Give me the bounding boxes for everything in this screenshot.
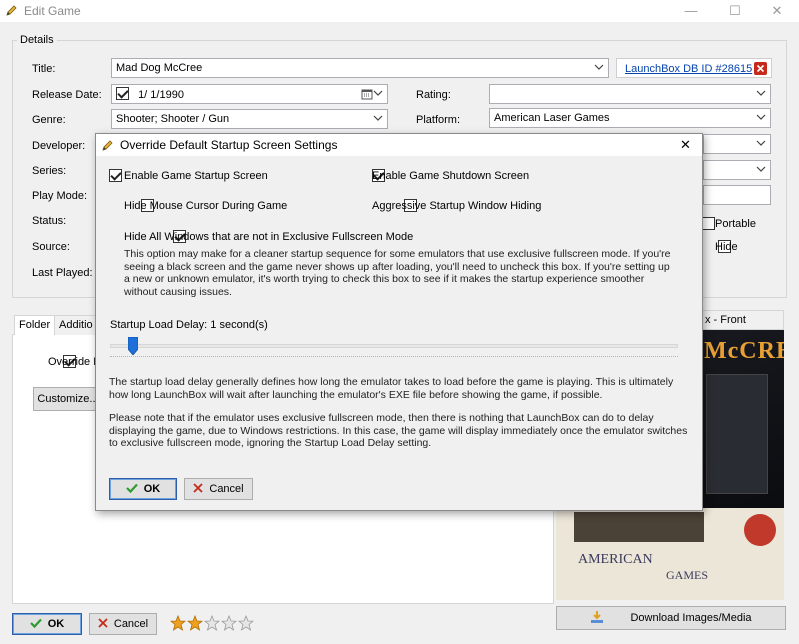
star-icon[interactable]: [221, 615, 237, 631]
dialog-titlebar: Override Default Startup Screen Settings…: [96, 134, 702, 156]
pencil-icon: [6, 4, 18, 19]
download-media-label: Download Images/Media: [630, 612, 752, 624]
release-date-checkbox[interactable]: [116, 87, 129, 100]
play-mode-label: Play Mode:: [32, 190, 88, 202]
cover-brand-sub: GAMES: [666, 568, 709, 582]
cover-title-text: McCREE: [704, 338, 784, 364]
close-icon: [98, 617, 108, 631]
star-icon[interactable]: [187, 615, 203, 631]
text-field-partial[interactable]: [703, 185, 771, 205]
region-select-partial[interactable]: [703, 160, 771, 180]
footer-cancel-label: Cancel: [113, 618, 149, 630]
chevron-down-icon: [756, 112, 766, 122]
download-icon: [590, 610, 604, 627]
cover-badge: [744, 514, 776, 546]
chevron-down-icon: [594, 62, 604, 72]
cover-bottom-band: AMERICAN GAMES: [556, 508, 784, 600]
footer-cancel-button[interactable]: Cancel: [89, 613, 157, 635]
star-rating[interactable]: [170, 615, 254, 631]
download-media-button[interactable]: Download Images/Media: [556, 606, 786, 630]
tab-folder[interactable]: Folder: [14, 315, 56, 335]
window-titlebar: Edit Game — ☐ ✕: [0, 0, 799, 22]
details-group-label: Details: [17, 34, 57, 46]
hide-windows-label: Hide All Windows that are not in Exclusi…: [124, 231, 414, 243]
chevron-down-icon: [756, 138, 766, 148]
release-date-picker[interactable]: 1/ 1/1990: [111, 84, 388, 104]
portable-label: Portable: [715, 218, 756, 230]
launchbox-db-link[interactable]: LaunchBox DB ID #28615: [625, 63, 752, 75]
chevron-down-icon: [373, 88, 383, 98]
star-icon[interactable]: [204, 615, 220, 631]
publisher-select-partial[interactable]: [703, 134, 771, 154]
slider-ticks: [110, 356, 678, 360]
hide-cursor-label: Hide Mouse Cursor During Game: [124, 200, 288, 212]
cover-brand-text: AMERICAN: [578, 552, 653, 567]
chevron-down-icon: [756, 164, 766, 174]
minimize-button[interactable]: —: [676, 2, 706, 20]
release-date-value: 1/ 1/1990: [138, 89, 184, 101]
footer-ok-button[interactable]: OK: [12, 613, 82, 635]
status-label: Status:: [32, 215, 67, 227]
last-played-label: Last Played:: [32, 267, 93, 279]
startup-delay-label: Startup Load Delay: 1 second(s): [110, 319, 268, 331]
override-startup-dialog: Override Default Startup Screen Settings…: [95, 133, 703, 511]
genre-value: Shooter; Shooter / Gun: [116, 113, 230, 125]
checkmark-icon: [125, 482, 138, 497]
dialog-title: Override Default Startup Screen Settings: [120, 138, 338, 152]
enable-shutdown-label: Enable Game Shutdown Screen: [372, 170, 530, 182]
genre-label: Genre:: [32, 114, 66, 126]
enable-startup-checkbox[interactable]: [109, 169, 122, 182]
title-value: Mad Dog McCree: [116, 62, 203, 74]
series-label: Series:: [32, 165, 67, 177]
rating-label: Rating:: [416, 89, 451, 101]
customize-button[interactable]: Customize...: [33, 387, 103, 411]
title-label: Title:: [32, 63, 56, 75]
dialog-cancel-label: Cancel: [209, 483, 244, 495]
platform-value: American Laser Games: [494, 112, 610, 124]
release-date-label: Release Date:: [32, 89, 102, 101]
hide-label: Hide: [715, 241, 738, 253]
close-icon: [193, 482, 204, 496]
close-window-button[interactable]: ✕: [762, 2, 792, 20]
checkmark-icon: [29, 617, 42, 632]
tab-additional[interactable]: Additio: [54, 315, 98, 335]
startup-delay-slider-thumb[interactable]: [127, 336, 139, 356]
cover-photo-strip: [574, 512, 704, 542]
fullscreen-note: Please note that if the emulator uses ex…: [109, 412, 688, 449]
remove-db-icon[interactable]: [754, 62, 767, 75]
image-type-label: x - Front: [705, 314, 746, 326]
db-link-box: LaunchBox DB ID #28615: [616, 58, 772, 78]
arcade-cabinet-art: [706, 374, 768, 494]
enable-startup-label: Enable Game Startup Screen: [124, 170, 268, 182]
portable-checkbox[interactable]: [702, 217, 715, 230]
dialog-ok-button[interactable]: OK: [109, 478, 177, 500]
chevron-down-icon: [373, 113, 383, 123]
startup-delay-label-text: Startup Load Delay:: [110, 319, 211, 331]
title-input[interactable]: Mad Dog McCree: [111, 58, 609, 78]
star-icon[interactable]: [238, 615, 254, 631]
developer-label: Developer:: [32, 140, 86, 152]
dialog-close-button[interactable]: ✕: [680, 137, 691, 153]
aggressive-hiding-label: Aggressive Startup Window Hiding: [372, 200, 542, 212]
dialog-ok-label: OK: [143, 483, 161, 495]
rating-select[interactable]: [489, 84, 771, 104]
chevron-down-icon: [756, 88, 766, 98]
source-label: Source:: [32, 241, 70, 253]
delay-description: The startup load delay generally defines…: [109, 376, 674, 401]
dialog-cancel-button[interactable]: Cancel: [184, 478, 253, 500]
star-icon[interactable]: [170, 615, 186, 631]
pencil-icon: [102, 139, 114, 154]
maximize-button[interactable]: ☐: [720, 2, 750, 20]
footer-ok-label: OK: [47, 618, 65, 630]
startup-delay-slider[interactable]: [110, 344, 678, 348]
hide-windows-description: This option may make for a cleaner start…: [124, 248, 671, 298]
override-label: Override D: [48, 356, 102, 368]
genre-select[interactable]: Shooter; Shooter / Gun: [111, 109, 388, 129]
platform-label: Platform:: [416, 114, 461, 126]
calendar-icon[interactable]: [361, 88, 373, 103]
platform-select[interactable]: American Laser Games: [489, 108, 771, 128]
startup-delay-value: 1 second(s): [210, 319, 268, 331]
window-title: Edit Game: [24, 4, 81, 18]
